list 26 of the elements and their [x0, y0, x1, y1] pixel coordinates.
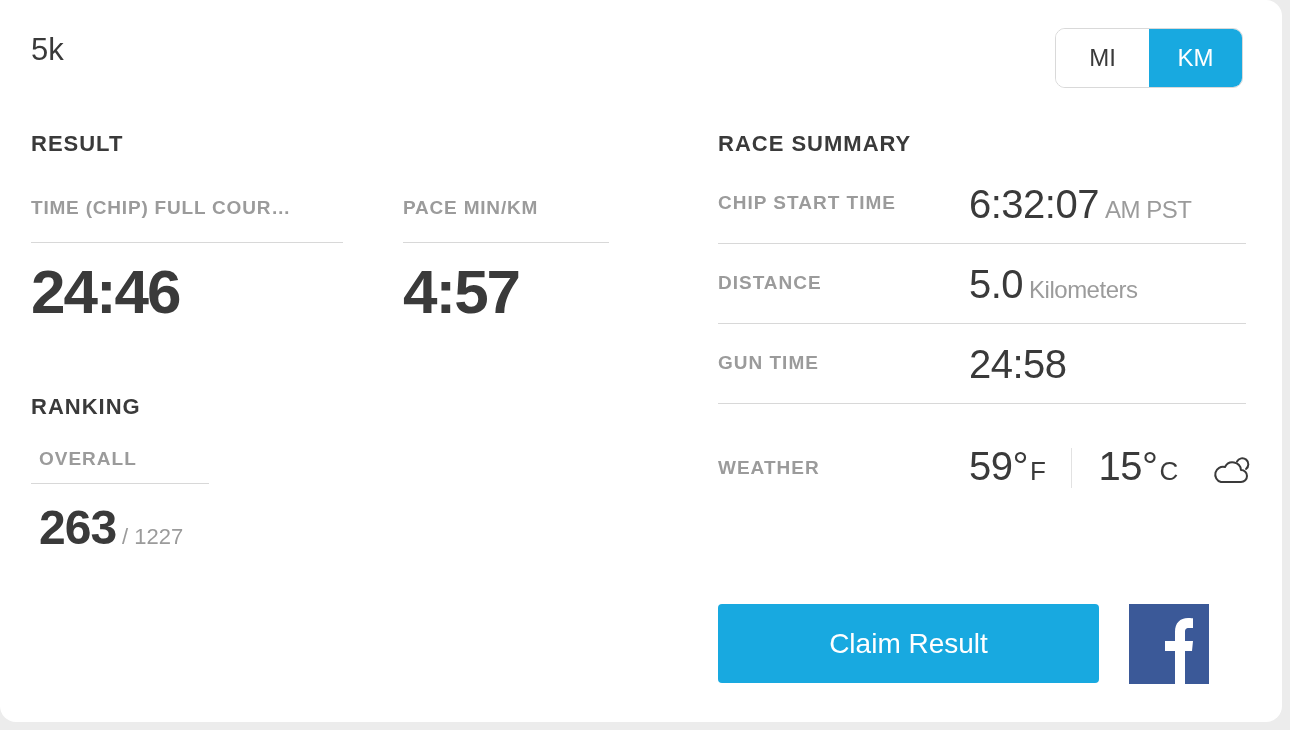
metric-label: PACE MIN/KM — [403, 196, 539, 220]
claim-result-button[interactable]: Claim Result — [718, 604, 1099, 683]
event-title: 5k — [31, 32, 64, 68]
section-heading: RANKING — [31, 393, 141, 421]
metric-value: 4:57 — [403, 260, 520, 324]
rank-value: 263 — [39, 504, 117, 552]
summary-label: CHIP START TIME — [718, 191, 896, 216]
f-logo-icon — [1129, 604, 1209, 684]
summary-value: 5.0 — [969, 260, 1024, 308]
unit-toggle-option[interactable]: KM — [1149, 29, 1242, 87]
unit-text: AM PST — [1104, 194, 1192, 225]
share-button[interactable] — [1129, 604, 1209, 684]
section-heading: RESULT — [31, 130, 124, 158]
ranking-label: OVERALL — [39, 447, 137, 471]
section-heading: RACE SUMMARY — [718, 130, 912, 158]
metric-value: 24:46 — [31, 260, 180, 324]
metric-label: TIME (CHIP) FULL COUR… — [31, 196, 291, 220]
summary-label: GUN TIME — [718, 351, 819, 376]
summary-label: WEATHER — [718, 455, 820, 480]
temperature-text: 59°F — [969, 442, 1046, 490]
summary-value: 24:58 — [969, 340, 1067, 388]
unit-text: Kilometers — [1029, 274, 1138, 305]
summary-label: DISTANCE — [718, 271, 822, 296]
summary-value: 6:32:07 — [969, 180, 1099, 228]
rank-total: / 1227 — [122, 523, 184, 551]
temperature-text: 15°C — [1098, 442, 1178, 490]
